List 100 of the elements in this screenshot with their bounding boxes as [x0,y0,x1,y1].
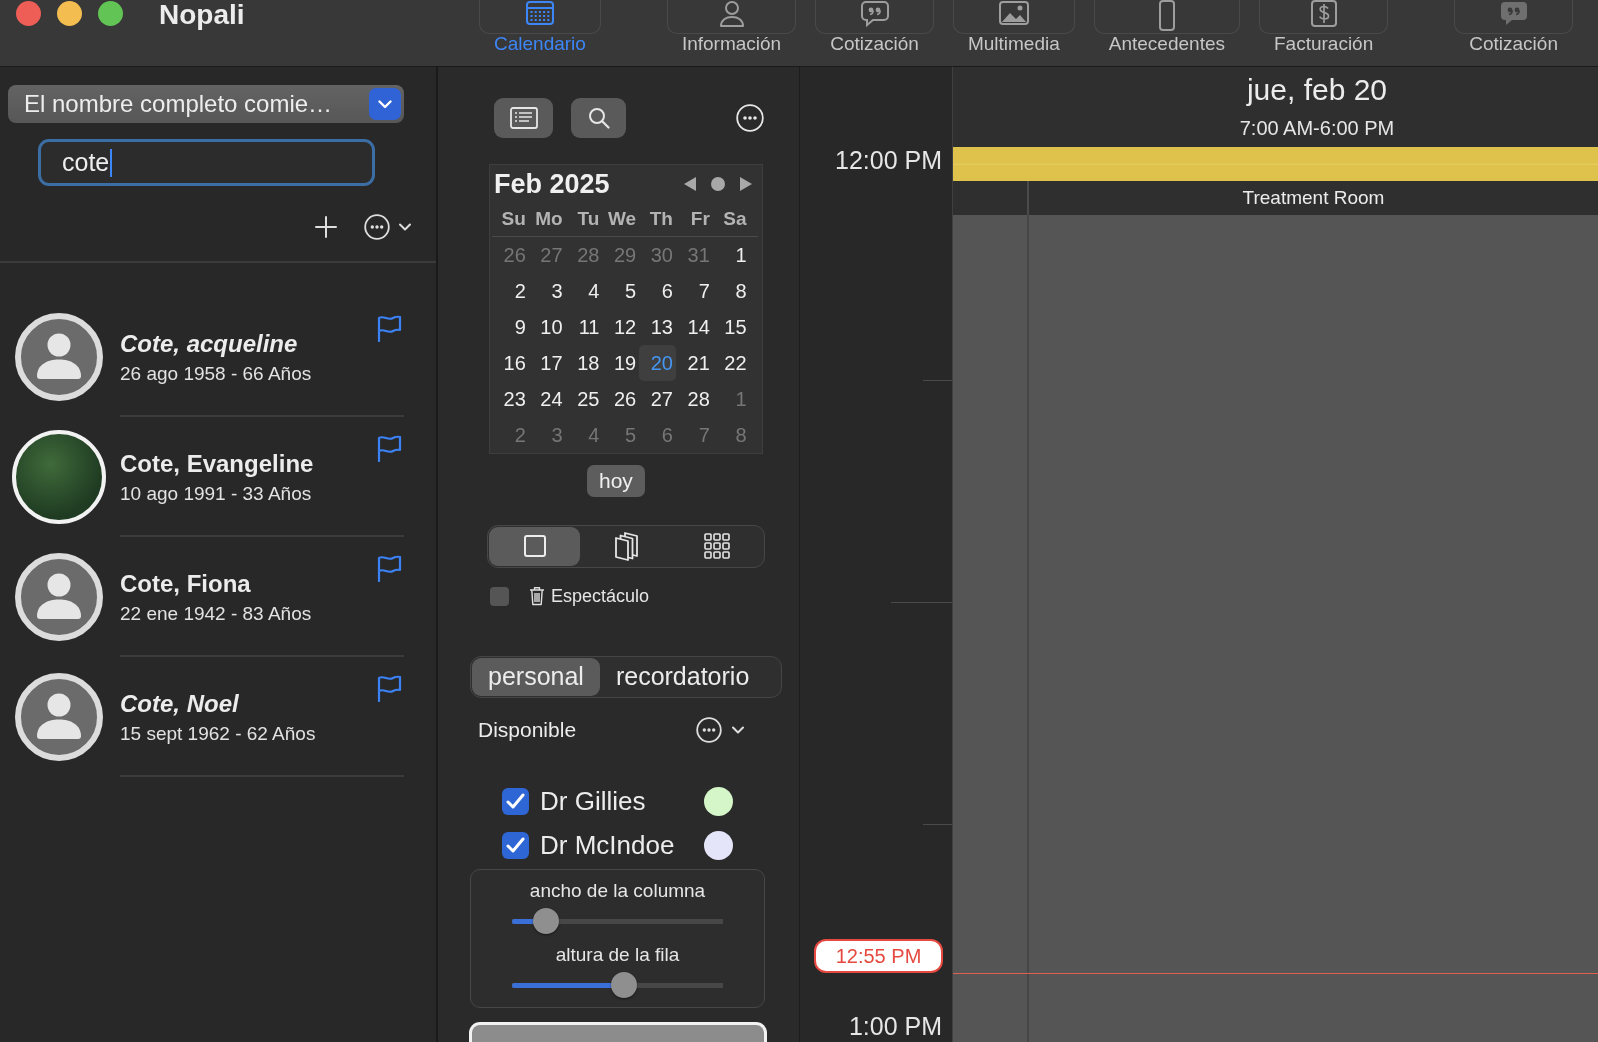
patient-details: 15 sept 1962 - 62 Años [120,723,316,745]
chevron-down-icon[interactable] [732,726,744,735]
flag-icon[interactable] [376,434,402,462]
weekday-label: Fr [689,207,711,231]
list-icon [509,107,538,129]
slider-label: altura de la fila [555,944,680,967]
resource-name: Treatment Room [1241,187,1386,209]
calendar-day[interactable]: 5 [602,273,640,309]
search-field[interactable]: cote [38,139,375,186]
calendar-day[interactable]: 28 [676,381,713,417]
minimize-button[interactable] [57,1,82,26]
avatar-icon [15,553,103,641]
calendar-day[interactable]: 21 [676,345,713,381]
grid-icon [704,533,731,560]
calendar-day[interactable]: 8 [712,273,750,309]
patient-name: Cote, Evangeline [120,449,314,479]
toolbar-tab[interactable]: Antecedentes [1093,0,1240,54]
flag-icon[interactable] [376,674,402,702]
calendar-day[interactable]: 11 [565,309,603,345]
weekday-label: Th [648,207,674,231]
search-button[interactable] [571,98,626,138]
current-time-badge: 12:55 PM [814,939,943,973]
toolbar-tab[interactable]: Multimedia [952,0,1075,54]
search-icon [587,107,610,129]
time-label: 1:00 PM [848,1011,943,1041]
section-label: Disponible [478,718,577,743]
toolbar-tab[interactable]: Cotización [1454,0,1573,54]
calendar-icon [479,0,601,34]
slider-label: ancho de la columna [529,880,706,903]
trash-icon [529,586,545,606]
toolbar-tab[interactable]: Cotización [815,0,934,54]
segment-tab[interactable]: recordatorio [599,657,766,697]
image-icon [952,0,1075,34]
calendar-day[interactable]: 26 [602,381,640,417]
person-icon [666,0,797,34]
calendar-day[interactable]: 3 [528,273,566,309]
panel-button[interactable] [469,1022,767,1042]
checkbox-label: Espectáculo [551,585,650,607]
calendar-day[interactable]: 12 [602,309,640,345]
dot-icon[interactable] [711,176,725,191]
calendar-day[interactable]: 6 [639,273,676,309]
calendar-day[interactable]: 2 [492,273,529,309]
calendar-day[interactable]: 15 [712,309,750,345]
flag-icon[interactable] [376,554,402,582]
more-icon[interactable] [364,214,390,240]
segment-tab[interactable]: personal [472,657,600,697]
filter-dropdown[interactable]: El nombre completo comie… [8,85,404,123]
patient-details: 22 ene 1942 - 83 Años [120,603,312,625]
chevron-down-icon [369,88,401,120]
toolbar-tab[interactable]: Información [666,0,797,54]
slider-thumb[interactable] [532,908,559,935]
calendar-day[interactable]: 17 [528,345,566,381]
toolbar-tab[interactable]: Facturación [1259,0,1389,54]
calendar-day[interactable]: 25 [565,381,603,417]
calendar-day[interactable]: 7 [676,273,713,309]
quote-bubble-icon [815,0,934,34]
checkbox[interactable] [502,787,529,815]
more-icon[interactable] [736,104,764,132]
weekday-label: Mo [534,207,564,231]
checkbox[interactable] [490,586,509,606]
calendar-day[interactable]: 10 [528,309,566,345]
close-button[interactable] [16,1,41,26]
calendar-day[interactable]: 19 [602,345,640,381]
hours-label: 7:00 AM-6:00 PM [1239,117,1395,139]
list-view-button[interactable] [494,98,553,138]
time-label: 12:00 PM [835,145,943,175]
phone-icon [1093,0,1240,34]
calendar-day[interactable]: 22 [712,345,750,381]
weekday-label: Tu [576,207,601,231]
provider-name: Dr Gillies [540,785,646,817]
flag-icon[interactable] [376,314,402,342]
maximize-button[interactable] [98,1,123,26]
checkbox[interactable] [502,831,529,859]
calendar-day[interactable]: 9 [492,309,529,345]
calendar-day[interactable]: 14 [676,309,713,345]
calendar-day[interactable]: 1 [712,237,750,273]
slider-thumb[interactable] [610,972,637,999]
patient-name: Cote, Fiona [120,569,251,599]
calendar-day[interactable]: 27 [639,381,676,417]
view-mode-segment[interactable] [489,526,581,566]
calendar-day[interactable]: 13 [639,309,676,345]
left-triangle-icon[interactable] [684,176,696,191]
calendar-day[interactable]: 16 [492,345,529,381]
patient-name: Cote, Noel [120,689,239,719]
window-title: Nopali [159,0,245,30]
stacked-pages-icon [612,531,640,562]
day-title: jue, feb 20 [1246,75,1388,105]
provider-name: Dr McIndoe [540,829,675,861]
chevron-down-icon[interactable] [399,223,411,231]
calendar-day[interactable]: 23 [492,381,529,417]
right-triangle-icon[interactable] [740,176,752,191]
more-icon[interactable] [696,717,722,744]
today-button[interactable]: hoy [587,465,645,497]
plus-icon[interactable] [314,215,338,239]
calendar-day[interactable]: 24 [528,381,566,417]
weekday-label: We [607,207,638,231]
calendar-day[interactable]: 18 [565,345,603,381]
calendar-day[interactable]: 4 [565,273,603,309]
square-icon [522,534,547,559]
weekday-label: Sa [722,207,748,231]
